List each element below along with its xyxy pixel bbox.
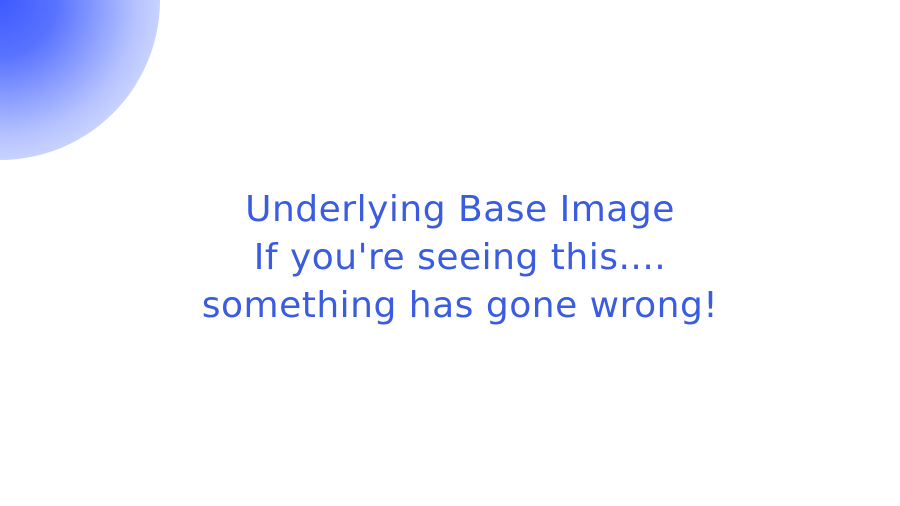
base-image-canvas: Underlying Base Image If you're seeing t… <box>0 0 900 506</box>
corner-gradient-decoration <box>0 0 160 160</box>
fallback-message: Underlying Base Image If you're seeing t… <box>0 186 900 330</box>
message-line-2: If you're seeing this.... <box>253 237 667 278</box>
message-line-1: Underlying Base Image <box>245 189 675 230</box>
message-line-3: something has gone wrong! <box>201 285 719 326</box>
